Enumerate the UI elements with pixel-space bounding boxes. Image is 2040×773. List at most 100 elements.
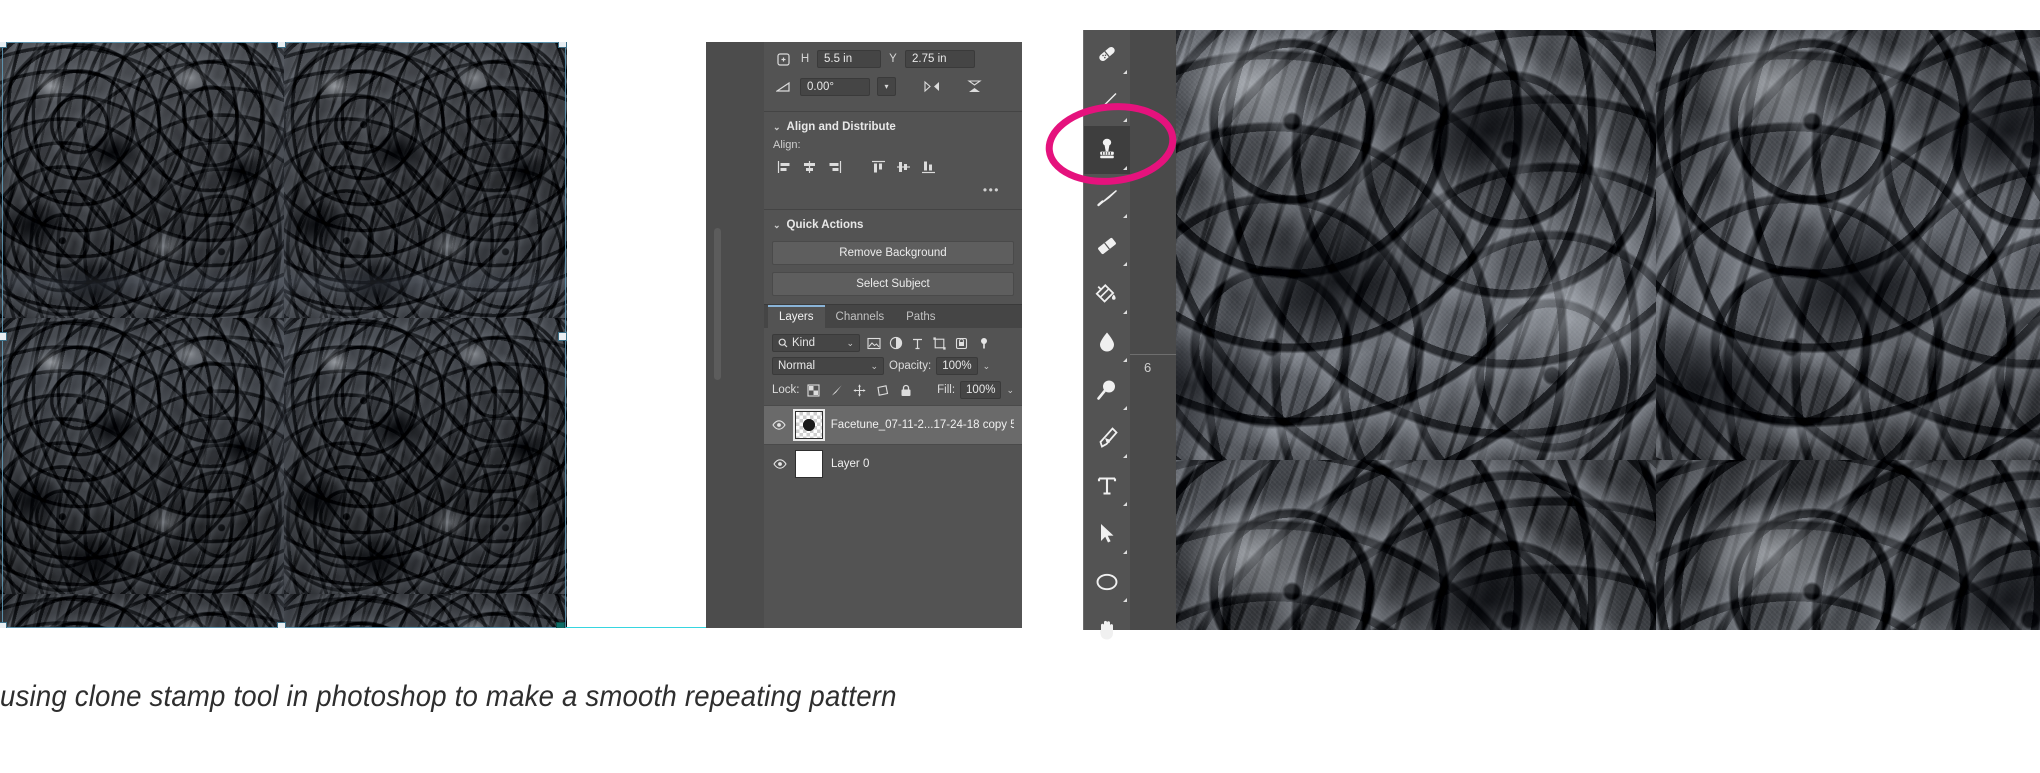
align-more-options[interactable]: ••• [764, 181, 1022, 205]
tool-flyout-indicator [1123, 262, 1127, 266]
tool-flyout-indicator [1123, 358, 1127, 362]
quick-actions-buttons: Remove Background Select Subject [764, 237, 1022, 296]
flip-horizontal-icon[interactable] [922, 78, 942, 96]
select-subject-button[interactable]: Select Subject [772, 272, 1014, 296]
vertical-ruler: 6 [1130, 30, 1176, 630]
search-icon [778, 338, 788, 348]
handle-bottom-center[interactable] [277, 622, 286, 628]
tool-flyout-indicator [1123, 310, 1127, 314]
tool-flyout-indicator [1123, 166, 1127, 170]
tool-flyout-indicator [1123, 214, 1127, 218]
handle-bottom-right[interactable] [556, 622, 565, 628]
type-tool[interactable] [1084, 462, 1130, 510]
fill-stepper-icon[interactable]: ⌄ [1006, 385, 1014, 396]
tab-layers[interactable]: Layers [768, 305, 825, 328]
layer-thumbnail[interactable] [792, 409, 825, 441]
adjustment-icon[interactable] [887, 335, 904, 351]
ellipse-tool[interactable] [1084, 558, 1130, 606]
spot-healing-brush-tool[interactable] [1084, 30, 1130, 78]
hand-tool[interactable] [1084, 606, 1130, 654]
tab-channels[interactable]: Channels [825, 307, 896, 328]
list-item: Layer 0 [831, 458, 870, 470]
lock-label: Lock: [772, 384, 800, 396]
chevron-down-icon: ⌄ [773, 121, 781, 132]
filter-toggle-icon[interactable] [975, 335, 992, 351]
handle-middle-left[interactable] [0, 332, 7, 341]
list-item: Facetune_07-11-2...17-24-18 copy 5 [830, 419, 1014, 431]
tab-paths[interactable]: Paths [895, 307, 946, 328]
align-right-icon[interactable] [823, 157, 845, 177]
dodge-tool[interactable] [1084, 366, 1130, 414]
angle-stepper[interactable]: ▾ [877, 77, 896, 96]
move-arrows-icon[interactable] [851, 382, 869, 398]
tool-flyout-indicator [1123, 70, 1127, 74]
height-input[interactable]: 5.5 in [817, 50, 881, 68]
filter-kind-select[interactable]: Kind ⌄ [772, 334, 860, 352]
blend-mode-value: Normal [778, 360, 816, 372]
zoomed-canvas-view[interactable] [1176, 30, 2040, 630]
blend-opacity-row: Normal ⌄ Opacity: 100% ⌄ [764, 357, 1022, 381]
ruler-mark-label: 6 [1144, 360, 1152, 375]
panel-scrollbar[interactable] [714, 228, 721, 380]
angle-input[interactable]: 0.00° [800, 77, 870, 96]
tool-flyout-indicator [1123, 406, 1127, 410]
layers-panel-body: Kind ⌄ Normal ⌄ Opacity: 100% ⌄ Lock: Fi… [764, 328, 1022, 483]
align-bottom-icon[interactable] [917, 157, 939, 177]
layer-thumbnail[interactable] [795, 450, 823, 478]
tool-flyout-indicator [1123, 550, 1127, 554]
tool-flyout-indicator [1123, 502, 1127, 506]
quick-actions-title: Quick Actions [786, 219, 864, 231]
quick-actions-header[interactable]: ⌄ Quick Actions [764, 210, 1022, 237]
checkerboard-icon[interactable] [805, 382, 823, 398]
panel-content: H 5.5 in Y 2.75 in 0.00° ▾ ⌄ Align and D… [764, 42, 1022, 628]
type-icon[interactable] [909, 335, 926, 351]
smart-object-icon[interactable] [953, 335, 970, 351]
shape-icon[interactable] [931, 335, 948, 351]
handle-middle-right[interactable] [558, 332, 567, 341]
blend-mode-select[interactable]: Normal ⌄ [772, 357, 884, 375]
table-row[interactable]: Facetune_07-11-2...17-24-18 copy 5 [764, 405, 1022, 444]
eraser-tool[interactable] [1084, 222, 1130, 270]
eye-icon[interactable] [772, 459, 787, 469]
padlock-icon[interactable] [897, 382, 915, 398]
gradient-tool[interactable] [1084, 270, 1130, 318]
lock-row: Lock: Fill: 100% ⌄ [764, 381, 1022, 405]
skew-angle-icon [773, 78, 793, 96]
opacity-value[interactable]: 100% [936, 357, 978, 375]
remove-background-button[interactable]: Remove Background [772, 241, 1014, 265]
flip-vertical-icon[interactable] [964, 78, 984, 96]
align-center-h-icon[interactable] [798, 157, 820, 177]
handle-top-center[interactable] [277, 42, 286, 48]
chevron-down-icon: ⌄ [870, 360, 878, 371]
brush-icon[interactable] [828, 382, 846, 398]
align-center-v-icon[interactable] [892, 157, 914, 177]
blur-tool[interactable] [1084, 318, 1130, 366]
handle-top-right[interactable] [558, 42, 567, 48]
eye-icon[interactable] [772, 420, 787, 430]
history-brush-tool[interactable] [1084, 174, 1130, 222]
pen-tool[interactable] [1084, 414, 1130, 462]
document-canvas[interactable] [0, 42, 567, 628]
filter-kind-label: Kind [792, 337, 816, 349]
align-top-icon[interactable] [867, 157, 889, 177]
transform-angle-row: 0.00° ▾ [773, 77, 1013, 96]
table-row[interactable]: Layer 0 [764, 444, 1022, 483]
clone-stamp-tool[interactable] [1084, 126, 1130, 174]
y-input[interactable]: 2.75 in [905, 50, 975, 68]
align-left-icon[interactable] [773, 157, 795, 177]
transform-size-row: H 5.5 in Y 2.75 in [773, 50, 1013, 68]
chevron-down-icon: ⌄ [773, 219, 781, 230]
align-label: Align: [773, 139, 801, 151]
link-constrain-icon[interactable] [773, 50, 793, 68]
align-section-header[interactable]: ⌄ Align and Distribute [764, 112, 1022, 139]
handle-top-left[interactable] [0, 42, 7, 48]
image-icon[interactable] [865, 335, 882, 351]
fill-value[interactable]: 100% [960, 381, 1002, 399]
chevron-down-icon: ⌄ [846, 337, 854, 348]
opacity-stepper-icon[interactable]: ⌄ [983, 361, 991, 372]
photoshop-panel-strip: H 5.5 in Y 2.75 in 0.00° ▾ ⌄ Align and D… [706, 42, 1022, 628]
handle-bottom-left[interactable] [0, 622, 7, 628]
artboard-icon[interactable] [874, 382, 892, 398]
brush-tool[interactable] [1084, 78, 1130, 126]
path-selection-tool[interactable] [1084, 510, 1130, 558]
